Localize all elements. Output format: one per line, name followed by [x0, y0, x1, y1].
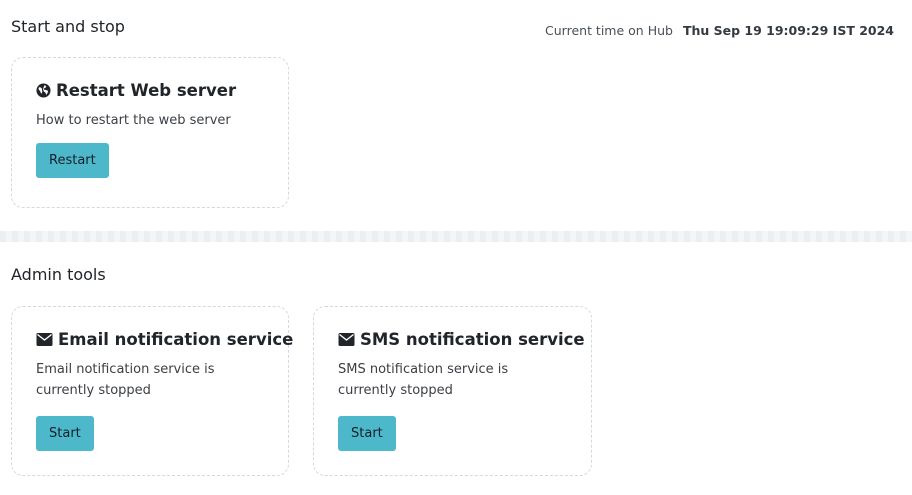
restart-button[interactable]: Restart — [36, 143, 109, 178]
restart-card-title: Restart Web server — [36, 81, 264, 100]
section-divider — [0, 231, 912, 242]
sms-card-title: SMS notification service — [338, 330, 585, 349]
section-heading-admin-tools: Admin tools — [11, 265, 106, 284]
hub-time: Current time on Hub Thu Sep 19 19:09:29 … — [545, 23, 894, 38]
sms-card-title-text: SMS notification service — [360, 330, 585, 349]
hub-time-value: Thu Sep 19 19:09:29 IST 2024 — [682, 23, 894, 38]
sms-card-description: SMS notification service is currently st… — [338, 362, 509, 398]
email-start-button[interactable]: Start — [36, 416, 94, 451]
admin-page: Start and stop Current time on Hub Thu S… — [0, 0, 912, 495]
sms-start-button[interactable]: Start — [338, 416, 396, 451]
hub-time-label: Current time on Hub — [545, 23, 673, 38]
email-card-description: Email notification service is currently … — [36, 362, 215, 398]
restart-card-title-text: Restart Web server — [56, 81, 237, 100]
email-notification-card: Email notification service Email notific… — [11, 306, 293, 476]
email-card-title-text: Email notification service — [58, 330, 294, 349]
sms-notification-card: SMS notification service SMS notificatio… — [313, 306, 592, 476]
envelope-icon — [36, 333, 53, 346]
globe-icon — [36, 83, 51, 98]
email-card-title: Email notification service — [36, 330, 293, 349]
restart-web-server-card: Restart Web server How to restart the we… — [11, 57, 289, 208]
section-heading-start-stop: Start and stop — [11, 17, 125, 36]
restart-card-description: How to restart the web server — [36, 113, 231, 128]
envelope-icon — [338, 333, 355, 346]
